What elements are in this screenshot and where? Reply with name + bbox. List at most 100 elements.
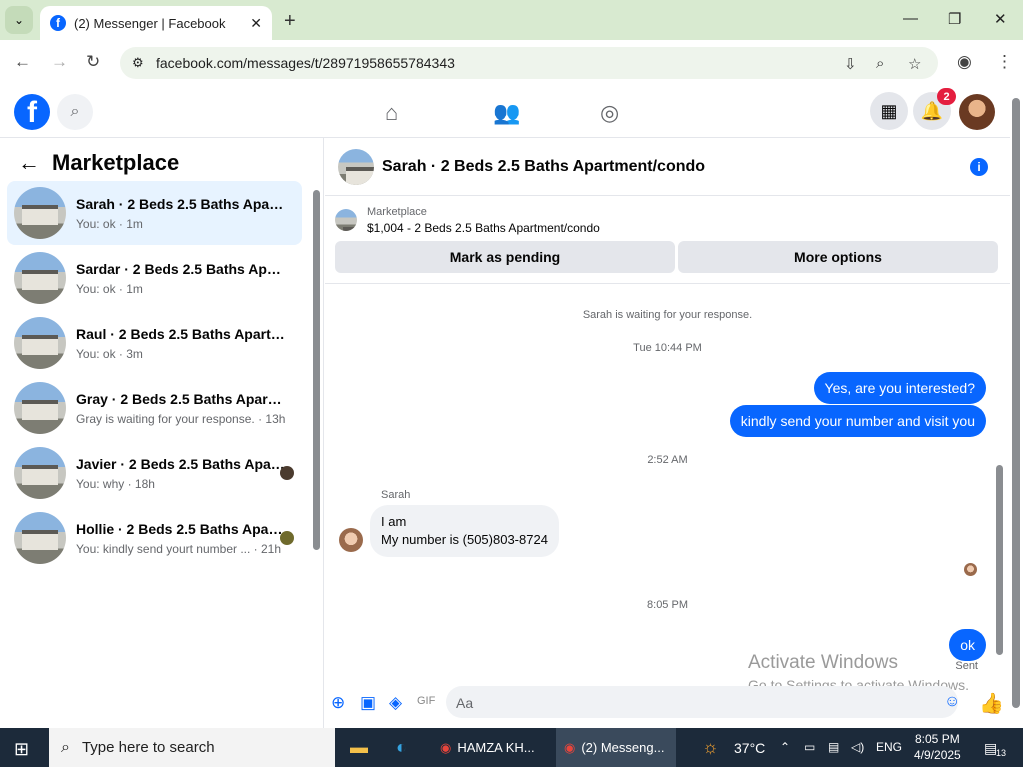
taskbar-app-chrome-1[interactable]: ◉ HAMZA KH... bbox=[440, 728, 550, 767]
taskbar-search-text: Type here to search bbox=[81, 739, 215, 756]
info-icon[interactable]: i bbox=[970, 158, 988, 176]
sidebar-header: ← Marketplace bbox=[18, 150, 179, 176]
conversation-title: Javier · 2 Beds 2.5 Baths Apartment/cond… bbox=[76, 455, 286, 472]
chrome-icon: ◉ bbox=[564, 739, 576, 755]
conversation-title: Hollie · 2 Beds 2.5 Baths Apartment/cond… bbox=[76, 520, 286, 537]
more-options-button[interactable]: More options bbox=[678, 241, 998, 273]
zoom-icon[interactable]: ⌕ bbox=[876, 55, 884, 72]
message-line: I am bbox=[381, 514, 407, 529]
groups-icon[interactable]: ◎ bbox=[600, 100, 619, 126]
conversation-item[interactable]: Gray · 2 Beds 2.5 Baths Apartment/condo G… bbox=[7, 376, 302, 440]
close-tab-icon[interactable]: ✕ bbox=[250, 15, 262, 32]
install-app-icon[interactable]: ⇩ bbox=[844, 55, 857, 73]
facebook-logo-icon[interactable]: f bbox=[14, 94, 50, 130]
conversation-item[interactable]: Raul · 2 Beds 2.5 Baths Apartment/condo Y… bbox=[7, 311, 302, 375]
taskbar-app-label: (2) Messeng... bbox=[581, 740, 665, 755]
network-icon[interactable]: ▤ bbox=[828, 740, 839, 754]
volume-icon[interactable]: ◁) bbox=[851, 740, 864, 754]
file-explorer-icon[interactable]: ▬ bbox=[350, 737, 368, 758]
friends-icon[interactable]: 👥 bbox=[493, 100, 520, 126]
site-info-icon[interactable]: ⚙ bbox=[132, 55, 144, 71]
chrome-icon: ◉ bbox=[440, 739, 452, 755]
weather-icon[interactable]: ☼ bbox=[702, 737, 719, 758]
listing-thumbnail bbox=[14, 447, 66, 499]
gif-icon[interactable]: GIF bbox=[417, 695, 435, 707]
menu-grid-icon[interactable]: ▦ bbox=[870, 92, 908, 130]
plus-circle-icon[interactable]: ⊕ bbox=[331, 693, 345, 713]
mark-pending-button[interactable]: Mark as pending bbox=[335, 241, 675, 273]
conversation-item[interactable]: Sardar · 2 Beds 2.5 Baths Apartment/cond… bbox=[7, 246, 302, 310]
chat-scrollbar[interactable] bbox=[996, 465, 1003, 655]
search-icon[interactable]: ⌕ bbox=[57, 94, 93, 130]
tray-device-icon[interactable]: ▭ bbox=[804, 740, 815, 754]
weather-temp[interactable]: 37°C bbox=[734, 740, 765, 756]
listing-thumbnail bbox=[14, 512, 66, 564]
page-scrollbar[interactable] bbox=[1012, 98, 1020, 708]
chevron-down-icon: ⌄ bbox=[13, 13, 25, 27]
sticker-icon[interactable]: ◈ bbox=[389, 693, 402, 713]
listing-thumbnail bbox=[14, 317, 66, 369]
new-tab-button[interactable]: + bbox=[284, 10, 296, 33]
profile-icon[interactable]: ◉ bbox=[957, 52, 972, 72]
listing-small-thumbnail bbox=[335, 209, 357, 231]
conversation-title: Sarah · 2 Beds 2.5 Baths Apartment/condo bbox=[76, 195, 286, 212]
back-icon[interactable]: ← bbox=[14, 52, 31, 72]
tab-search-button[interactable]: ⌄ bbox=[5, 6, 33, 34]
conversation-preview: You: ok · 1m bbox=[76, 281, 143, 296]
windows-start-icon[interactable]: ⊞ bbox=[14, 739, 29, 760]
waiting-notice: Sarah is waiting for your response. bbox=[582, 309, 753, 321]
conversation-preview: You: ok · 3m bbox=[76, 346, 143, 361]
home-icon[interactable]: ⌂ bbox=[385, 100, 398, 126]
facebook-favicon-icon: f bbox=[50, 15, 66, 31]
edge-icon[interactable]: ◐ bbox=[396, 737, 407, 758]
facebook-header: f ⌕ ⌂ 👥 ◎ ▦ 🔔 bbox=[0, 86, 1010, 138]
conversation-item[interactable]: Sarah · 2 Beds 2.5 Baths Apartment/condo… bbox=[7, 181, 302, 245]
emoji-icon[interactable]: ☺ bbox=[944, 693, 960, 711]
tab-title: (2) Messenger | Facebook bbox=[74, 15, 226, 31]
bookmark-star-icon[interactable]: ☆ bbox=[908, 55, 921, 73]
maximize-icon[interactable]: ❐ bbox=[948, 10, 961, 28]
forward-icon[interactable]: → bbox=[51, 52, 68, 72]
outgoing-message[interactable]: kindly send your number and visit you bbox=[729, 405, 986, 437]
chat-header: Sarah · 2 Beds 2.5 Baths Apartment/condo… bbox=[325, 138, 1010, 196]
back-arrow-icon[interactable]: ← bbox=[18, 150, 40, 176]
conversation-item[interactable]: Javier · 2 Beds 2.5 Baths Apartment/cond… bbox=[7, 441, 302, 505]
sidebar-scrollbar[interactable] bbox=[313, 190, 320, 550]
seen-avatar bbox=[280, 466, 294, 480]
tray-chevron-icon[interactable]: ⌃ bbox=[780, 740, 790, 754]
taskbar-clock[interactable]: 8:05 PM 4/9/2025 bbox=[914, 731, 961, 763]
url-input[interactable]: ⚙ facebook.com/messages/t/28971958655784… bbox=[120, 47, 938, 79]
windows-taskbar: ⊞ ⌕ Type here to search ▬ ◐ ◉ HAMZA KH..… bbox=[0, 728, 1023, 767]
chat-listing-thumbnail[interactable] bbox=[338, 148, 374, 185]
outgoing-message[interactable]: Yes, are you interested? bbox=[813, 372, 986, 404]
browser-tabstrip: ⌄ f (2) Messenger | Facebook ✕ + — ❐ ✕ bbox=[0, 0, 1023, 40]
taskbar-app-chrome-2[interactable]: ◉ (2) Messeng... bbox=[556, 728, 676, 767]
message-input[interactable]: Aa bbox=[446, 686, 958, 718]
conversation-preview: You: kindly send yourt number ... · 21h bbox=[76, 541, 282, 556]
message-thread: Sarah is waiting for your response. Tue … bbox=[325, 283, 1010, 683]
notifications-badge: 2 bbox=[937, 88, 956, 105]
account-avatar[interactable] bbox=[959, 94, 995, 130]
browser-tab[interactable]: f (2) Messenger | Facebook ✕ bbox=[40, 6, 272, 40]
taskbar-search[interactable]: ⌕ Type here to search bbox=[49, 728, 335, 767]
message-composer: ⊕ ▣ ◈ GIF Aa ☺ 👍 bbox=[325, 685, 1010, 727]
listing-thumbnail bbox=[14, 382, 66, 434]
conversation-title: Raul · 2 Beds 2.5 Baths Apartment/condo bbox=[76, 325, 286, 342]
incoming-message[interactable]: I am My number is (505)803-8724 bbox=[370, 505, 559, 557]
sidebar-title: Marketplace bbox=[52, 150, 180, 175]
reload-icon[interactable]: ↻ bbox=[86, 52, 100, 72]
taskbar-app-label: HAMZA KH... bbox=[457, 740, 535, 755]
clock-time: 8:05 PM bbox=[915, 732, 960, 746]
conversation-item[interactable]: Hollie · 2 Beds 2.5 Baths Apartment/cond… bbox=[7, 506, 302, 570]
thumbs-up-icon[interactable]: 👍 bbox=[979, 691, 1004, 716]
language-indicator[interactable]: ENG bbox=[876, 740, 902, 754]
listing-summary[interactable]: Marketplace $1,004 - 2 Beds 2.5 Baths Ap… bbox=[335, 202, 600, 238]
sender-avatar[interactable] bbox=[339, 528, 363, 552]
close-window-icon[interactable]: ✕ bbox=[994, 10, 1007, 28]
minimize-icon[interactable]: — bbox=[903, 10, 918, 27]
timestamp: 2:52 AM bbox=[647, 454, 688, 466]
chat-title[interactable]: Sarah · 2 Beds 2.5 Baths Apartment/condo bbox=[382, 158, 705, 176]
menu-dots-icon[interactable]: ⋮ bbox=[996, 52, 1013, 72]
url-text: facebook.com/messages/t/2897195865578434… bbox=[156, 55, 455, 71]
photo-icon[interactable]: ▣ bbox=[360, 693, 376, 713]
